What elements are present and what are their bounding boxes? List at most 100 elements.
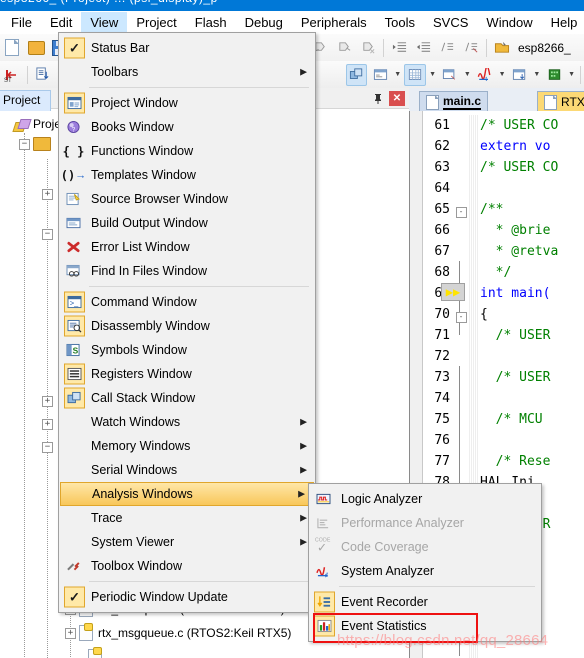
system-viewer-icon[interactable] <box>543 64 565 86</box>
watch-window-icon[interactable] <box>369 64 391 86</box>
code-line: 68 */ <box>410 262 584 283</box>
serial-window-icon[interactable] <box>439 64 461 86</box>
menu-item-label: System Analyzer <box>341 564 435 578</box>
bookmark-next-icon[interactable] <box>333 37 355 59</box>
open-folder-icon[interactable] <box>25 37 47 59</box>
menubar-item-window[interactable]: Window <box>477 12 541 34</box>
menu-item-command-window[interactable]: >_ Command Window <box>59 290 315 314</box>
tab-rtx[interactable]: RTX <box>537 91 584 112</box>
trace-window-icon[interactable] <box>509 64 531 86</box>
code-text: */ <box>480 265 512 280</box>
tree-expander[interactable]: − <box>19 138 30 150</box>
tab-project[interactable]: Project <box>0 90 52 111</box>
execution-arrow-icon: ▶▶ <box>441 283 465 301</box>
menu-item-functions-window[interactable]: { } Functions Window <box>59 139 315 163</box>
menu-item-call-stack-window[interactable]: Call Stack Window <box>59 386 315 410</box>
system-viewer-dropdown-arrow[interactable]: ▼ <box>566 71 577 78</box>
menubar-item-edit[interactable]: Edit <box>41 12 81 34</box>
outdent-icon[interactable] <box>412 37 434 59</box>
new-file-icon[interactable] <box>1 37 23 59</box>
menu-item-label: Error List Window <box>91 240 190 254</box>
pin-icon[interactable] <box>370 91 385 106</box>
disassembly-window-icon <box>64 315 85 337</box>
menubar-item-project[interactable]: Project <box>127 12 185 34</box>
menu-item-watch-windows[interactable]: Watch Windows ▶ <box>59 410 315 434</box>
menubar-item-flash[interactable]: Flash <box>186 12 236 34</box>
menubar-item-file[interactable]: File <box>2 12 41 34</box>
list-item[interactable] <box>88 647 102 658</box>
menu-item-system-analyzer[interactable]: t System Analyzer <box>309 559 541 583</box>
tree-group-node[interactable]: − <box>42 229 56 240</box>
memory-window-icon[interactable] <box>404 63 427 86</box>
fold-box-icon[interactable]: - <box>455 311 467 323</box>
menu-item-event-recorder[interactable]: Event Recorder <box>309 590 541 614</box>
target-options-icon[interactable] <box>491 37 513 59</box>
menubar-item-tools[interactable]: Tools <box>376 12 424 34</box>
menubar-item-debug[interactable]: Debug <box>236 12 292 34</box>
menu-item-build-output-window[interactable]: Build Output Window <box>59 211 315 235</box>
menu-item-toolbars[interactable]: Toolbars ▶ <box>59 60 315 84</box>
tab-main-c[interactable]: main.c <box>419 91 489 112</box>
analysis-window-icon[interactable]: t <box>474 64 496 86</box>
memory-window-dropdown-arrow[interactable]: ▼ <box>427 71 438 78</box>
menubar-item-view[interactable]: View <box>81 11 128 34</box>
tree-expander[interactable]: + <box>65 627 76 639</box>
chevron-right-icon: ▶ <box>300 416 307 427</box>
call-stack-window-icon[interactable] <box>345 63 368 86</box>
watch-window-dropdown-arrow[interactable]: ▼ <box>392 71 403 78</box>
menubar-item-help[interactable]: Help <box>542 12 584 34</box>
tree-group-node[interactable]: + <box>42 189 56 200</box>
menu-item-project-window[interactable]: Project Window <box>59 91 315 115</box>
menu-item-trace[interactable]: Trace ▶ <box>59 506 315 530</box>
tree-folder-node[interactable]: − <box>19 137 51 151</box>
tree-expander[interactable]: + <box>42 396 53 407</box>
menu-item-toolbox-window[interactable]: Toolbox Window <box>59 554 315 578</box>
tree-group-node[interactable]: − <box>42 442 56 453</box>
code-text: /* USER <box>480 370 551 385</box>
menu-item-templates-window[interactable]: () → Templates Window <box>59 163 315 187</box>
menu-item-symbols-window[interactable]: S Symbols Window <box>59 338 315 362</box>
close-icon[interactable]: ✕ <box>389 91 405 106</box>
tree-group-node[interactable]: + <box>42 419 56 430</box>
tree-expander[interactable]: − <box>42 229 53 240</box>
menubar-item-svcs[interactable]: SVCS <box>424 12 477 34</box>
build-icon[interactable] <box>32 64 54 86</box>
indent-stripe <box>468 283 478 304</box>
menu-item-books-window[interactable]: ? Books Window <box>59 115 315 139</box>
menu-item-logic-analyzer[interactable]: Logic Analyzer <box>309 487 541 511</box>
line-number: 68 <box>434 265 450 280</box>
reset-icon[interactable]: ST <box>1 64 23 86</box>
tree-expander[interactable]: + <box>42 189 53 200</box>
list-item[interactable]: + rtx_msgqueue.c (RTOS2:Keil RTX5) <box>65 623 291 641</box>
fold-toggle[interactable]: - <box>455 202 467 218</box>
menu-item-source-browser-window[interactable]: Source Browser Window <box>59 187 315 211</box>
menu-item-analysis-windows[interactable]: Analysis Windows ▶ <box>60 482 314 506</box>
serial-window-dropdown-arrow[interactable]: ▼ <box>462 71 473 78</box>
menu-item-disassembly-window[interactable]: Disassembly Window <box>59 314 315 338</box>
menu-separator <box>89 286 309 287</box>
code-line: 73 /* USER <box>410 367 584 388</box>
menu-item-memory-windows[interactable]: Memory Windows ▶ <box>59 434 315 458</box>
menu-item-error-list-window[interactable]: Error List Window <box>59 235 315 259</box>
menubar-item-peripherals[interactable]: Peripherals <box>292 12 376 34</box>
tree-expander[interactable]: − <box>42 442 53 453</box>
menu-item-periodic-window-update[interactable]: ✓ Periodic Window Update <box>59 585 315 609</box>
menu-item-find-in-files-window[interactable]: Find In Files Window <box>59 259 315 283</box>
trace-window-dropdown-arrow[interactable]: ▼ <box>531 71 542 78</box>
indent-icon[interactable] <box>388 37 410 59</box>
bookmark-clear-icon[interactable] <box>357 37 379 59</box>
menu-item-system-viewer[interactable]: System Viewer ▶ <box>59 530 315 554</box>
menu-item-status-bar[interactable]: ✓ Status Bar <box>59 36 315 60</box>
code-text: { <box>480 307 488 322</box>
analysis-window-dropdown-arrow[interactable]: ▼ <box>497 71 508 78</box>
comment-icon[interactable] <box>436 37 458 59</box>
line-number: 66 <box>434 223 450 238</box>
tree-group-node[interactable]: + <box>42 396 56 407</box>
fold-toggle[interactable]: - <box>455 307 467 323</box>
menu-item-registers-window[interactable]: Registers Window <box>59 362 315 386</box>
uncomment-icon[interactable] <box>460 37 482 59</box>
fold-box-icon[interactable]: - <box>455 206 467 218</box>
menu-item-label: Symbols Window <box>91 343 187 357</box>
tree-expander[interactable]: + <box>42 419 53 430</box>
menu-item-serial-windows[interactable]: Serial Windows ▶ <box>59 458 315 482</box>
